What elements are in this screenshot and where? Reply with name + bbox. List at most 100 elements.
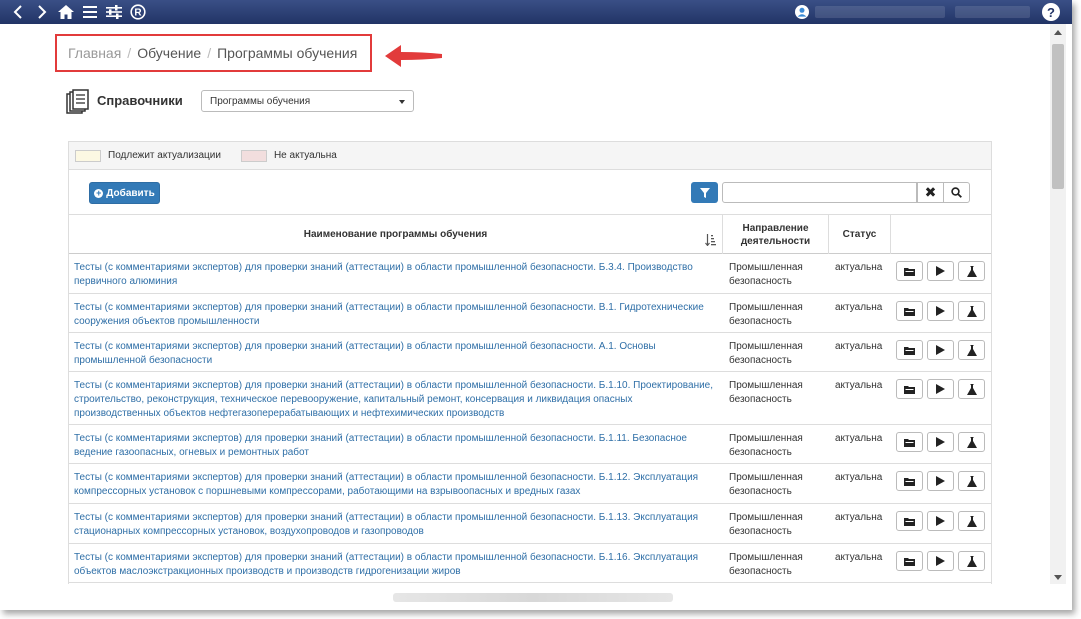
actions-cell (891, 504, 991, 531)
breadcrumb-home[interactable]: Главная (68, 45, 121, 61)
column-header-status[interactable]: Статус (829, 215, 891, 254)
column-header-direction[interactable]: Направление деятельности (723, 215, 829, 254)
program-name-link[interactable]: Тесты (с комментариями экспертов) для пр… (74, 341, 656, 352)
table-row: Тесты (с комментариями экспертов) для пр… (69, 504, 991, 544)
direction-text: безопасность (729, 486, 792, 497)
table-row: Тесты (с комментариями экспертов) для пр… (69, 372, 991, 425)
open-folder-button[interactable] (896, 551, 923, 571)
exam-button[interactable] (958, 432, 985, 452)
run-test-button[interactable] (927, 551, 954, 571)
program-name-link[interactable]: объектов маслоэкстракционных производств… (74, 566, 461, 577)
exam-button[interactable] (958, 379, 985, 399)
legend-label-not-actual: Не актуальна (273, 150, 337, 161)
filter-button[interactable] (691, 182, 718, 203)
program-name-cell: Тесты (с комментариями экспертов) для пр… (69, 372, 723, 421)
home-icon[interactable] (54, 0, 78, 24)
scroll-up-icon[interactable] (1054, 30, 1062, 35)
play-icon (936, 384, 945, 394)
flask-icon (966, 475, 977, 487)
help-icon[interactable]: ? (1042, 3, 1060, 21)
add-button-label: Добавить (106, 187, 155, 199)
program-name-link[interactable]: строительство, реконструкция, техническо… (74, 394, 632, 405)
forward-icon[interactable] (30, 0, 54, 24)
status-cell: актуальна (829, 294, 891, 315)
status-text: актуальна (835, 512, 883, 523)
play-icon (936, 306, 945, 316)
direction-text: безопасность (729, 316, 792, 327)
program-name-cell: Тесты (с комментариями экспертов) для пр… (69, 254, 723, 289)
direction-cell: Промышленная безопасность (723, 333, 829, 368)
status-cell: актуальна (829, 254, 891, 275)
program-name-link[interactable]: Тесты (с комментариями экспертов) для пр… (74, 380, 713, 391)
open-folder-button[interactable] (896, 379, 923, 399)
exam-button[interactable] (958, 340, 985, 360)
run-test-button[interactable] (927, 511, 954, 531)
status-text: актуальна (835, 552, 883, 563)
column-header-name[interactable]: Наименование программы обучения (69, 215, 723, 254)
run-test-button[interactable] (927, 379, 954, 399)
search-button[interactable] (943, 182, 970, 203)
exam-button[interactable] (958, 261, 985, 281)
status-text: актуальна (835, 262, 883, 273)
open-folder-button[interactable] (896, 261, 923, 281)
open-folder-button[interactable] (896, 301, 923, 321)
actions-cell (891, 544, 991, 571)
exam-button[interactable] (958, 471, 985, 491)
program-name-link[interactable]: Тесты (с комментариями экспертов) для пр… (74, 552, 698, 563)
scroll-down-icon[interactable] (1054, 575, 1062, 580)
app-window: R ? Главная / Обучение / Программы обуче… (0, 0, 1072, 610)
program-name-cell: Тесты (с комментариями экспертов) для пр… (69, 294, 723, 329)
svg-text:R: R (134, 8, 142, 19)
program-name-link[interactable]: Тесты (с комментариями экспертов) для пр… (74, 302, 704, 313)
exam-button[interactable] (958, 511, 985, 531)
run-test-button[interactable] (927, 301, 954, 321)
actions-cell (891, 464, 991, 491)
reference-book-select-value: Программы обучения (210, 95, 311, 107)
menu-icon[interactable] (78, 0, 102, 24)
sort-icon[interactable] (705, 234, 716, 250)
vertical-scrollbar[interactable] (1050, 24, 1066, 584)
run-test-button[interactable] (927, 471, 954, 491)
direction-text: безопасность (729, 447, 792, 458)
run-test-button[interactable] (927, 432, 954, 452)
program-name-link[interactable]: сооружения объектов промышленности (74, 316, 260, 327)
open-folder-button[interactable] (896, 340, 923, 360)
folder-icon (904, 307, 915, 316)
program-name-link[interactable]: Тесты (с комментариями экспертов) для пр… (74, 433, 687, 444)
open-folder-button[interactable] (896, 511, 923, 531)
run-test-button[interactable] (927, 340, 954, 360)
open-folder-button[interactable] (896, 471, 923, 491)
settings-icon[interactable] (102, 0, 126, 24)
program-name-link[interactable]: компрессорных установок с поршневыми ком… (74, 486, 580, 497)
user-icon[interactable] (793, 3, 811, 21)
program-name-link[interactable]: ведение газоопасных, огневых и ремонтных… (74, 447, 309, 458)
program-name-link[interactable]: производственных объектов нефтегазоперер… (74, 408, 504, 419)
exam-button[interactable] (958, 551, 985, 571)
clear-search-button[interactable]: ✖ (917, 182, 944, 203)
programs-table: Наименование программы обучения Направле… (69, 214, 991, 583)
program-name-link[interactable]: Тесты (с комментариями экспертов) для пр… (74, 512, 698, 523)
scrollbar-thumb[interactable] (1052, 44, 1064, 189)
exam-button[interactable] (958, 301, 985, 321)
open-folder-button[interactable] (896, 432, 923, 452)
registered-icon[interactable]: R (126, 0, 150, 24)
search-input[interactable] (722, 182, 917, 203)
breadcrumb-current: Программы обучения (217, 45, 358, 61)
page-title: Справочники (97, 93, 183, 108)
program-name-link[interactable]: стационарных компрессорных установок, во… (74, 526, 424, 537)
direction-text: Промышленная (729, 380, 803, 391)
legend-swatch-not-actual (240, 149, 267, 162)
add-button[interactable]: + Добавить (89, 182, 160, 204)
reference-book-select[interactable]: Программы обучения (201, 90, 414, 112)
program-name-link[interactable]: первичного алюминия (74, 276, 177, 287)
program-name-link[interactable]: промышленной безопасности (74, 355, 212, 366)
column-header-direction-line1: Направление (742, 222, 809, 234)
status-cell: актуальна (829, 464, 891, 485)
program-name-link[interactable]: Тесты (с комментариями экспертов) для пр… (74, 262, 693, 273)
table-row: Тесты (с комментариями экспертов) для пр… (69, 333, 991, 372)
table-header: Наименование программы обучения Направле… (69, 214, 991, 254)
run-test-button[interactable] (927, 261, 954, 281)
breadcrumb-section[interactable]: Обучение (137, 45, 201, 61)
program-name-link[interactable]: Тесты (с комментариями экспертов) для пр… (74, 472, 698, 483)
back-icon[interactable] (6, 0, 30, 24)
